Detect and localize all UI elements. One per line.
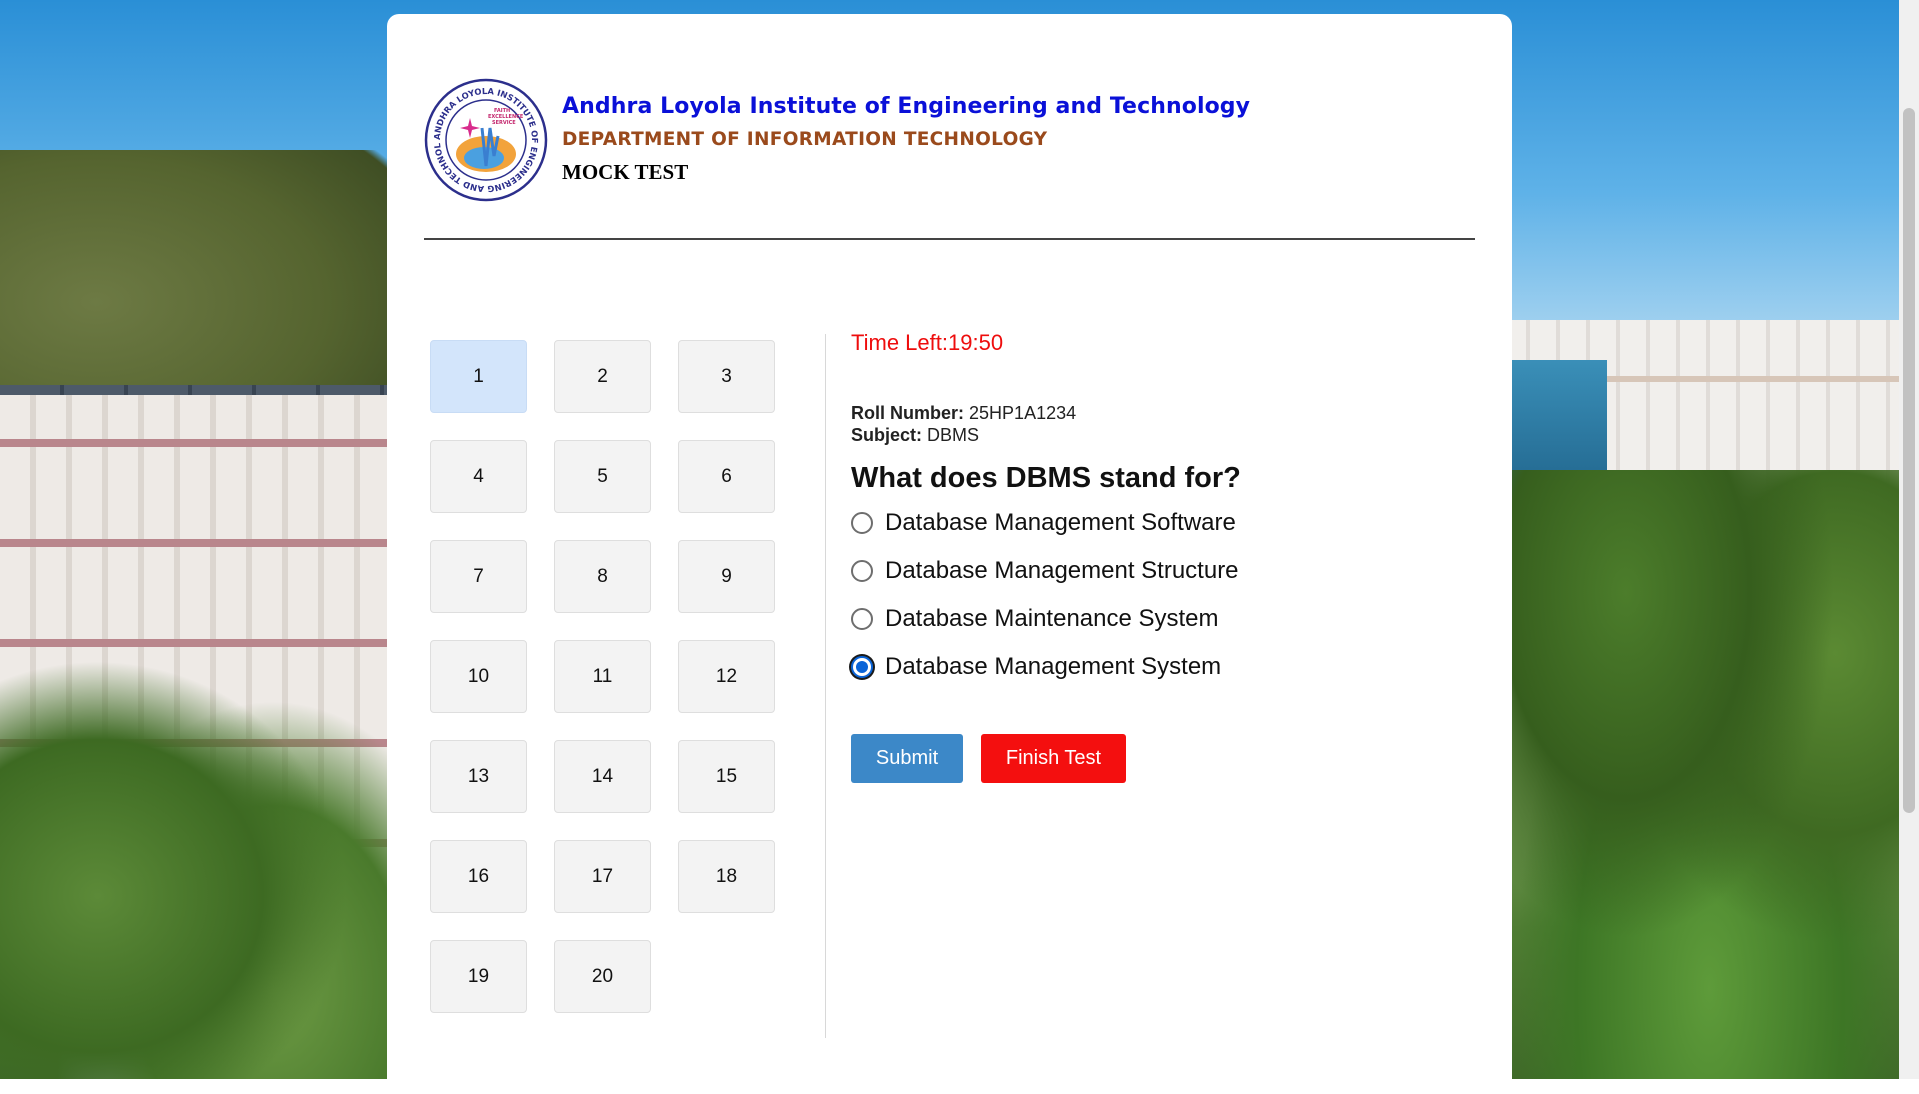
logo-motto-3: SERVICE [492, 120, 516, 126]
question-button-14[interactable]: 14 [554, 740, 651, 813]
question-button-19[interactable]: 19 [430, 940, 527, 1013]
submit-button[interactable]: Submit [851, 734, 963, 783]
institute-name: Andhra Loyola Institute of Engineering a… [562, 94, 1251, 119]
option-1-radio[interactable] [851, 512, 873, 534]
scrollbar-thumb[interactable] [1903, 108, 1915, 813]
option-3[interactable]: Database Maintenance System [851, 605, 1219, 633]
roll-number-value: 25HP1A1234 [969, 403, 1077, 423]
timer-value: 19:50 [948, 330, 1004, 355]
question-button-13[interactable]: 13 [430, 740, 527, 813]
question-button-10[interactable]: 10 [430, 640, 527, 713]
option-3-radio[interactable] [851, 608, 873, 630]
question-button-2[interactable]: 2 [554, 340, 651, 413]
time-left: Time Left:19:50 [851, 330, 1003, 356]
option-4-label[interactable]: Database Management System [885, 653, 1221, 681]
exam-card: ANDHRA LOYOLA INSTITUTE OF ENGINEERING A… [387, 14, 1512, 1094]
option-3-label[interactable]: Database Maintenance System [885, 605, 1219, 633]
question-button-11[interactable]: 11 [554, 640, 651, 713]
option-2[interactable]: Database Management Structure [851, 557, 1239, 585]
department-name: DEPARTMENT OF INFORMATION TECHNOLOGY [562, 129, 1048, 150]
student-info: Roll Number: 25HP1A1234 Subject: DBMS [851, 402, 1076, 446]
question-button-6[interactable]: 6 [678, 440, 775, 513]
question-button-1[interactable]: 1 [430, 340, 527, 413]
question-button-8[interactable]: 8 [554, 540, 651, 613]
roll-number-label: Roll Number: [851, 403, 965, 423]
question-button-5[interactable]: 5 [554, 440, 651, 513]
option-4-radio[interactable] [851, 656, 873, 678]
question-button-15[interactable]: 15 [678, 740, 775, 813]
option-2-label[interactable]: Database Management Structure [885, 557, 1239, 585]
header-divider [424, 238, 1475, 240]
question-text: What does DBMS stand for? [851, 462, 1241, 494]
option-1-label[interactable]: Database Management Software [885, 509, 1236, 537]
question-button-18[interactable]: 18 [678, 840, 775, 913]
subject-value: DBMS [927, 425, 980, 445]
option-2-radio[interactable] [851, 560, 873, 582]
question-button-12[interactable]: 12 [678, 640, 775, 713]
question-button-16[interactable]: 16 [430, 840, 527, 913]
option-1[interactable]: Database Management Software [851, 509, 1236, 537]
question-button-20[interactable]: 20 [554, 940, 651, 1013]
vertical-divider [825, 334, 826, 1038]
page-subtitle: MOCK TEST [562, 160, 689, 184]
question-button-17[interactable]: 17 [554, 840, 651, 913]
subject-label: Subject: [851, 425, 923, 445]
finish-test-button[interactable]: Finish Test [981, 734, 1126, 783]
institute-logo: ANDHRA LOYOLA INSTITUTE OF ENGINEERING A… [424, 78, 548, 202]
question-button-3[interactable]: 3 [678, 340, 775, 413]
question-button-7[interactable]: 7 [430, 540, 527, 613]
option-4[interactable]: Database Management System [851, 653, 1221, 681]
question-button-4[interactable]: 4 [430, 440, 527, 513]
timer-label: Time Left: [851, 330, 948, 355]
page-scrollbar[interactable] [1899, 0, 1919, 1079]
question-button-9[interactable]: 9 [678, 540, 775, 613]
